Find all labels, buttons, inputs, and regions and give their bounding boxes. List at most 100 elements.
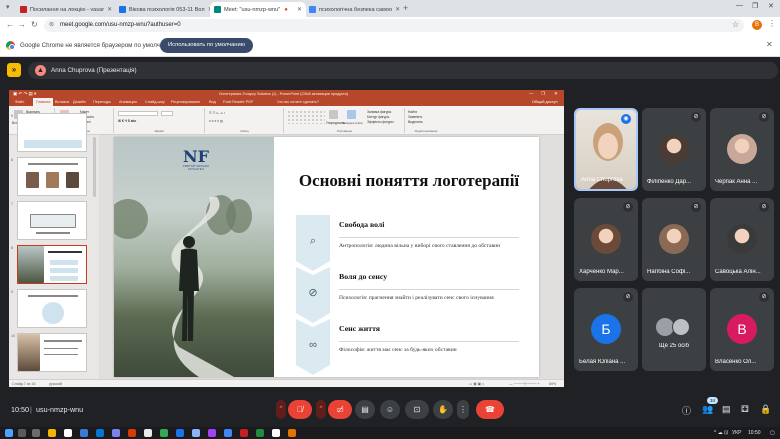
excel-icon[interactable]	[256, 429, 264, 437]
thumbnail-scrollbar[interactable]	[93, 137, 96, 197]
search-taskbar-icon[interactable]	[18, 429, 26, 437]
file-explorer-icon[interactable]	[48, 429, 56, 437]
keyboard-language[interactable]: УКР	[732, 430, 741, 436]
participant-tile[interactable]: ⊘ Нагібіна Софі...	[642, 198, 706, 281]
store-icon[interactable]	[112, 429, 120, 437]
mail-icon[interactable]	[96, 429, 104, 437]
ppt-menu-item[interactable]: Переходы	[93, 100, 111, 104]
ppt-menu-item[interactable]: Файл	[15, 100, 24, 104]
participant-tile[interactable]: ⊘Ще 25 осіб	[642, 288, 706, 371]
participant-tile[interactable]: Б ⊘ Белая Юліана ...	[574, 288, 638, 371]
quick-styles-button[interactable]: Экспресс-стили	[342, 121, 362, 125]
activities-icon[interactable]: ⚃	[741, 404, 749, 415]
ppt-menu-item[interactable]: Foxit Reader PDF	[223, 100, 253, 104]
select-button[interactable]: Выделить	[408, 120, 423, 124]
ppt-menu-item[interactable]: Вставка	[55, 100, 69, 104]
people-icon[interactable]: 👥	[702, 404, 713, 415]
more-options-icon[interactable]: ⋮	[457, 400, 469, 419]
task-view-icon[interactable]	[32, 429, 40, 437]
app-icon[interactable]	[192, 429, 200, 437]
close-tab-icon[interactable]: ✕	[392, 6, 400, 13]
ppt-maximize-icon[interactable]: ❐	[541, 91, 545, 97]
close-window-icon[interactable]: ✕	[768, 2, 774, 10]
participant-tile[interactable]: ◉ Anna Chuprova	[574, 108, 638, 191]
ppt-menu-item[interactable]: Дизайн	[73, 100, 86, 104]
ppt-quick-access-icons[interactable]: ▣ ↶ ↷ ▤ ▾	[13, 91, 36, 97]
ppt-menu-item[interactable]: Что вы хотите сделать?	[277, 100, 319, 104]
chrome-taskbar-icon[interactable]	[64, 429, 72, 437]
emoji-button[interactable]: ☺	[380, 400, 400, 419]
leave-call-button[interactable]: ☎	[476, 400, 504, 419]
shape-fill-button[interactable]: Заливка фигуры	[367, 110, 391, 114]
participant-tile[interactable]: ⊘ Харченко Мар...	[574, 198, 638, 281]
omnibox[interactable]: ⊜ meet.google.com/usu-nmzp-wnu?authuser=…	[44, 19, 744, 32]
bookmark-star-icon[interactable]: ☆	[732, 20, 739, 29]
app-icon[interactable]	[224, 429, 232, 437]
replace-button[interactable]: Заменить	[408, 115, 422, 119]
ppt-share-button[interactable]: Общий доступ	[532, 100, 558, 104]
app-icon[interactable]	[160, 429, 168, 437]
close-tab-icon[interactable]: ✕	[104, 6, 112, 13]
site-info-icon[interactable]: ⊜	[49, 21, 54, 28]
quick-styles-icon[interactable]	[347, 110, 356, 119]
browser-tab-lecture-link[interactable]: Посилання на лекцію - vasar ✕	[16, 2, 116, 17]
mic-off-button[interactable]: 🎙̸	[288, 400, 312, 419]
chrome-active-icon[interactable]	[272, 429, 280, 437]
office-icon[interactable]	[128, 429, 136, 437]
close-tab-icon[interactable]: ✕	[294, 6, 302, 13]
list-buttons[interactable]: ☰ ☷ ⇤ ⇥ ↕	[209, 111, 225, 115]
powerpoint-icon[interactable]	[288, 429, 296, 437]
current-slide[interactable]: NF СВЯТОЙ МИХАИЛ АРХАНГЕЛ Основні понятт…	[114, 137, 539, 377]
back-icon[interactable]: ←	[6, 20, 14, 29]
camera-off-button[interactable]: ▭̸	[328, 400, 352, 419]
participant-tile[interactable]: В ⊘ Власенко Ол...	[710, 288, 774, 371]
edge-icon[interactable]	[80, 429, 88, 437]
audio-options-chevron-icon[interactable]: ^	[276, 400, 286, 419]
ppt-close-icon[interactable]: ✕	[554, 91, 558, 97]
close-infobar-icon[interactable]: ✕	[766, 40, 773, 49]
taskbar-clock[interactable]: 10:50	[748, 430, 761, 436]
meeting-info-icon[interactable]: ⓘ	[682, 404, 691, 417]
tab-search-icon[interactable]: ▾	[6, 3, 10, 11]
slide-thumbnail[interactable]: 9	[11, 289, 87, 328]
align-buttons[interactable]: ≡ ≡ ≡ ≡ ▥	[209, 119, 223, 123]
app-icon[interactable]	[240, 429, 248, 437]
browser-tab-meet[interactable]: Meet: "usu-nmzp-wnu" ● ✕	[210, 2, 306, 17]
font-name-select[interactable]	[118, 111, 158, 116]
zoom-slider[interactable]: — ────┼──── +	[509, 382, 540, 386]
profile-avatar[interactable]: B	[752, 20, 762, 30]
slide-thumbnail[interactable]: 6	[11, 157, 87, 196]
raise-hand-button[interactable]: ✋	[433, 400, 453, 419]
chat-icon[interactable]: ▤	[722, 404, 731, 415]
participant-tile[interactable]: ⊘ Савоцька Алін...	[710, 198, 774, 281]
slide-thumbnail-selected[interactable]: 8	[11, 245, 87, 284]
language-indicator[interactable]: русский	[49, 382, 62, 386]
minimize-icon[interactable]: —	[736, 2, 743, 9]
new-tab-button[interactable]: +	[403, 3, 408, 13]
set-default-button[interactable]: Использовать по умолчанию	[160, 38, 254, 53]
participant-tile[interactable]: ⊘ Філіпенко Дар...	[642, 108, 706, 191]
tray-icons[interactable]: ^ ☁ ⊡	[714, 430, 728, 436]
shape-effects-button[interactable]: Эффекты фигуры	[367, 120, 394, 124]
browser-tab-safety[interactable]: психологічна безпека самоо ✕	[305, 2, 401, 17]
slide-thumbnail[interactable]: 10	[11, 333, 87, 372]
arrange-icon[interactable]	[329, 110, 338, 119]
present-screen-button[interactable]: ⊡	[405, 400, 429, 419]
view-buttons[interactable]: ▭ ▦ ▣ ▷	[469, 382, 485, 386]
windows-start-icon[interactable]	[5, 429, 13, 437]
ppt-menu-item[interactable]: Вид	[209, 100, 216, 104]
participant-tile[interactable]: ⊘ Черпак Анна ...	[710, 108, 774, 191]
url-text[interactable]: meet.google.com/usu-nmzp-wnu?authuser=0	[60, 22, 181, 28]
ppt-menu-item[interactable]: Рецензирование	[171, 100, 200, 104]
bold-button[interactable]: Ж К Ч S abc	[118, 119, 136, 123]
chrome-menu-icon[interactable]: ⋮	[768, 19, 776, 28]
shapes-gallery[interactable]	[287, 110, 325, 124]
slide-thumbnail[interactable]: 7	[11, 201, 87, 240]
maximize-icon[interactable]: ❐	[752, 2, 758, 10]
lock-icon[interactable]: 🔒	[760, 404, 771, 415]
captions-button[interactable]: ▤	[355, 400, 375, 419]
find-button[interactable]: Найти	[408, 110, 417, 114]
ppt-menu-item[interactable]: Слайд-шоу	[145, 100, 165, 104]
reload-icon[interactable]: ↻	[31, 20, 38, 29]
font-size-select[interactable]	[161, 111, 173, 116]
